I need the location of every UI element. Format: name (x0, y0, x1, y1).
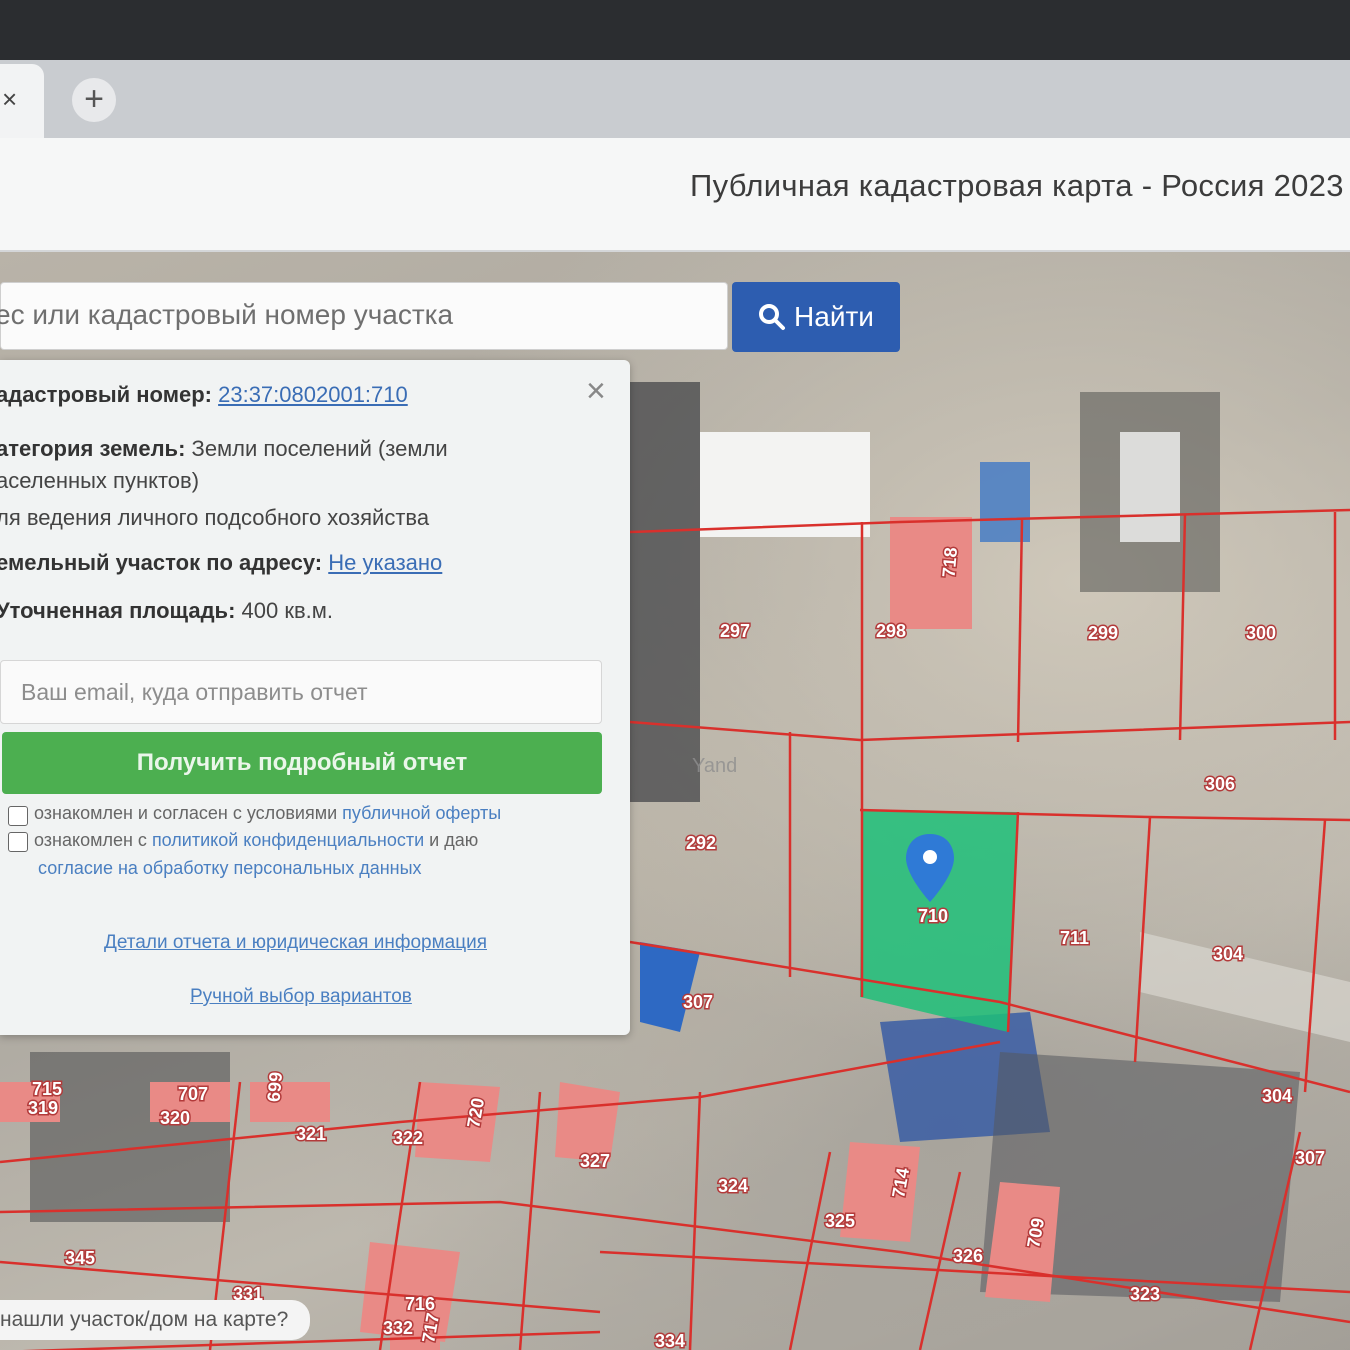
page-title: Публичная кадастровая карта - Россия 202… (690, 168, 1344, 203)
parcel-label: 345 (65, 1248, 95, 1268)
privacy-policy-link[interactable]: политикой конфиденциальности (152, 830, 424, 850)
search-icon (759, 304, 786, 330)
search-button[interactable]: Найти (732, 282, 900, 352)
area-label: Уточненная площадь: (0, 598, 236, 623)
manual-selection-link[interactable]: Ручной выбор вариантов (190, 986, 412, 1008)
parcel-label: 300 (1246, 623, 1276, 643)
parcel-label: 718 (939, 547, 962, 579)
close-tab-icon[interactable]: × (2, 86, 17, 112)
parcel-label: 322 (393, 1128, 423, 1148)
site-header: Публичная кадастровая карта - Россия 202… (0, 138, 1350, 252)
email-field[interactable] (0, 660, 602, 724)
shed-white (1120, 432, 1180, 542)
offer-consent-checkbox[interactable] (8, 806, 28, 826)
land-use: ля ведения личного подсобного хозяйства (0, 505, 430, 530)
public-offer-link[interactable]: публичной оферты (342, 803, 501, 823)
email-input[interactable] (1, 661, 583, 723)
parcel-label: 321 (296, 1124, 326, 1144)
area-row: Уточненная площадь: 400 кв.м. (0, 598, 333, 624)
parcel-label: 292 (686, 833, 716, 853)
building-699 (250, 1082, 330, 1122)
land-category-row: атегория земель: Земли поселений (земли (0, 436, 448, 462)
address-row: емельный участок по адресу: Не указано (0, 550, 442, 576)
parcel-label: 716 (405, 1294, 435, 1314)
building-327 (555, 1082, 620, 1162)
road-shadow (630, 382, 700, 802)
building-322 (415, 1082, 500, 1162)
parcel-label: 715 (32, 1079, 62, 1099)
parcel-label: 319 (28, 1098, 58, 1118)
yard-dark (30, 1052, 230, 1222)
browser-tabbar: × + (0, 60, 1350, 138)
privacy-consent-checkbox[interactable] (8, 832, 28, 852)
parcel-label: 327 (580, 1151, 610, 1171)
bottom-help-tip[interactable]: нашли участок/дом на карте? (0, 1300, 310, 1340)
personal-data-link[interactable]: согласие на обработку персональных данны… (38, 858, 422, 878)
parcel-label: 307 (683, 992, 713, 1012)
parcel-label: 297 (720, 621, 750, 641)
offer-consent-text: ознакомлен и согласен с условиями публич… (34, 803, 501, 824)
parcel-label: 334 (655, 1331, 685, 1350)
parcel-label: 299 (1088, 623, 1118, 643)
screen: × + Публичная кадастровая карта - Россия… (0, 60, 1350, 1350)
close-icon[interactable]: × (586, 374, 606, 408)
map-watermark: Yand (692, 755, 737, 777)
parcel-label: 699 (264, 1071, 287, 1103)
search-button-label: Найти (794, 301, 874, 332)
selected-parcel-label: 710 (918, 906, 948, 926)
parcel-label: 707 (178, 1084, 208, 1104)
privacy-consent-suffix: и даю (424, 830, 479, 850)
blue-roof (640, 942, 700, 1032)
parcel-label: 306 (1205, 774, 1235, 794)
land-category-cont: аселенных пунктов) (0, 468, 200, 493)
parcel-label: 332 (383, 1318, 413, 1338)
parcel-label: 307 (1295, 1148, 1325, 1168)
parcel-label: 326 (953, 1246, 983, 1266)
road-light (1140, 932, 1350, 1042)
building-718 (890, 517, 972, 629)
get-report-button[interactable]: Получить подробный отчет (2, 732, 602, 794)
privacy-consent-label: ознакомлен с (34, 830, 152, 850)
address-label: емельный участок по адресу: (0, 550, 323, 575)
new-tab-button[interactable]: + (72, 78, 116, 122)
search-field[interactable] (0, 282, 728, 350)
cadastral-number-row: адастровый номер: 23:37:0802001:710 (0, 382, 408, 408)
land-category-label: атегория земель: (0, 436, 186, 461)
report-details-link[interactable]: Детали отчета и юридическая информация (104, 932, 487, 954)
area-value: 400 кв.м. (241, 598, 334, 623)
parcel-label: 304 (1262, 1086, 1292, 1106)
parcel-label: 325 (825, 1211, 855, 1231)
search-input[interactable] (0, 283, 695, 347)
address-link[interactable]: Не указано (328, 550, 442, 575)
privacy-consent-text: ознакомлен с политикой конфиденциальност… (34, 830, 478, 851)
offer-consent-label: ознакомлен и согласен с условиями (34, 803, 343, 823)
parcel-info-panel: × адастровый номер: 23:37:0802001:710 ат… (0, 360, 630, 1035)
parcel-label: 298 (876, 621, 906, 641)
roof-white (700, 432, 870, 537)
parcel-label: 711 (1060, 928, 1089, 948)
parcel-label: 320 (160, 1108, 190, 1128)
cadastral-number-link[interactable]: 23:37:0802001:710 (218, 382, 408, 407)
privacy-consent-line2: согласие на обработку персональных данны… (38, 858, 422, 879)
land-category-value: Земли поселений (земли (191, 436, 448, 461)
cadastral-number-label: адастровый номер: (0, 382, 212, 407)
parcel-label: 323 (1130, 1284, 1160, 1304)
parcel-label: 304 (1213, 944, 1243, 964)
parcel-label: 324 (718, 1176, 748, 1196)
